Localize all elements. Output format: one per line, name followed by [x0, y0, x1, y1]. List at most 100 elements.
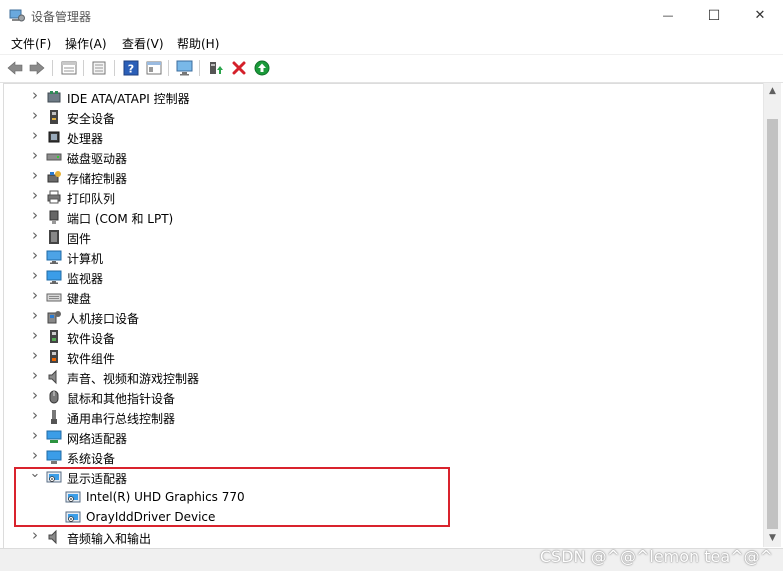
- computer-icon: [46, 249, 62, 265]
- category-item[interactable]: › 端口 (COM 和 LPT): [4, 207, 762, 227]
- storage-controller-icon: [46, 169, 62, 185]
- enable-device-icon[interactable]: [252, 59, 272, 77]
- category-label: 固件: [67, 232, 92, 246]
- chevron-right-icon[interactable]: ›: [29, 288, 41, 303]
- chevron-right-icon[interactable]: ›: [29, 348, 41, 363]
- chevron-right-icon[interactable]: ›: [29, 148, 41, 163]
- view-icon[interactable]: [144, 59, 164, 77]
- category-item[interactable]: › 磁盘驱动器: [4, 147, 762, 167]
- chevron-right-icon[interactable]: ›: [29, 408, 41, 423]
- chevron-right-icon[interactable]: ›: [29, 88, 41, 103]
- network-adapter-icon: [46, 429, 62, 445]
- menu-view[interactable]: 查看(V): [122, 35, 164, 52]
- disk-drive-icon: [46, 149, 62, 165]
- toolbar-separator: [168, 60, 169, 76]
- vertical-scrollbar[interactable]: ▲ ▼: [763, 83, 781, 547]
- category-item[interactable]: › 键盘: [4, 287, 762, 307]
- firmware-icon: [46, 229, 62, 245]
- speaker-icon: [46, 529, 62, 545]
- update-driver-icon[interactable]: [206, 59, 226, 77]
- minimize-icon: —: [662, 9, 674, 22]
- chevron-right-icon[interactable]: ›: [29, 168, 41, 183]
- chevron-right-icon[interactable]: ›: [29, 108, 41, 123]
- speaker-icon: [46, 369, 62, 385]
- help-icon[interactable]: ?: [121, 59, 141, 77]
- chevron-right-icon[interactable]: ›: [29, 228, 41, 243]
- close-button[interactable]: ✕: [737, 0, 783, 31]
- chevron-right-icon[interactable]: ›: [29, 308, 41, 323]
- category-item[interactable]: › 鼠标和其他指针设备: [4, 387, 762, 407]
- scroll-up-icon[interactable]: ▲: [764, 83, 781, 100]
- window-title: 设备管理器: [31, 10, 92, 24]
- category-item[interactable]: › 监视器: [4, 267, 762, 287]
- keyboard-icon: [46, 289, 62, 305]
- software-device-icon: [46, 329, 62, 345]
- maximize-button[interactable]: ☐: [691, 0, 737, 31]
- minimize-button[interactable]: —: [645, 0, 691, 31]
- scrollbar-thumb[interactable]: [767, 119, 778, 529]
- category-item[interactable]: › 软件设备: [4, 327, 762, 347]
- category-label: 计算机: [67, 252, 104, 266]
- category-label: 声音、视频和游戏控制器: [67, 372, 200, 386]
- chevron-right-icon[interactable]: ›: [29, 268, 41, 283]
- category-item[interactable]: › 音频输入和输出: [4, 527, 762, 547]
- category-item[interactable]: › 打印队列: [4, 187, 762, 207]
- chevron-right-icon[interactable]: ›: [29, 428, 41, 443]
- toolbar-separator: [114, 60, 115, 76]
- back-arrow-icon[interactable]: [5, 59, 25, 77]
- menu-file[interactable]: 文件(F): [11, 35, 51, 52]
- properties-icon[interactable]: [59, 59, 79, 77]
- category-item[interactable]: › 软件组件: [4, 347, 762, 367]
- toolbar: ?: [0, 54, 783, 83]
- menu-help[interactable]: 帮助(H): [177, 35, 219, 52]
- security-device-icon: [46, 109, 62, 125]
- chevron-right-icon[interactable]: ›: [29, 388, 41, 403]
- title-bar: 设备管理器 — ☐ ✕: [0, 0, 783, 31]
- category-label: 处理器: [67, 132, 104, 146]
- category-item[interactable]: › 系统设备: [4, 447, 762, 467]
- menu-action[interactable]: 操作(A): [65, 35, 107, 52]
- chevron-right-icon[interactable]: ›: [29, 448, 41, 463]
- category-label: 系统设备: [67, 452, 116, 466]
- category-item[interactable]: › 网络适配器: [4, 427, 762, 447]
- ide-controller-icon: [46, 89, 62, 105]
- chevron-right-icon[interactable]: ›: [29, 188, 41, 203]
- category-label: 打印队列: [67, 192, 116, 206]
- device-manager-app-icon: [9, 8, 25, 22]
- category-item[interactable]: › 存储控制器: [4, 167, 762, 187]
- category-item[interactable]: › 计算机: [4, 247, 762, 267]
- category-label: 鼠标和其他指针设备: [67, 392, 176, 406]
- category-label: 软件组件: [67, 352, 116, 366]
- category-label: 键盘: [67, 292, 92, 306]
- toolbar-separator: [52, 60, 53, 76]
- usb-icon: [46, 409, 62, 425]
- chevron-right-icon[interactable]: ›: [29, 368, 41, 383]
- category-item[interactable]: › 人机接口设备: [4, 307, 762, 327]
- category-item[interactable]: › IDE ATA/ATAPI 控制器: [4, 87, 762, 107]
- chevron-right-icon[interactable]: ›: [29, 128, 41, 143]
- toolbar-separator: [83, 60, 84, 76]
- category-item[interactable]: › 安全设备: [4, 107, 762, 127]
- highlight-box: [14, 467, 450, 527]
- hid-icon: [46, 309, 62, 325]
- chevron-right-icon[interactable]: ›: [29, 328, 41, 343]
- scroll-down-icon[interactable]: ▼: [764, 530, 781, 547]
- chevron-right-icon[interactable]: ›: [29, 248, 41, 263]
- port-icon: [46, 209, 62, 225]
- category-label: 存储控制器: [67, 172, 128, 186]
- forward-arrow-icon[interactable]: [27, 59, 47, 77]
- category-label: 网络适配器: [67, 432, 128, 446]
- uninstall-x-icon[interactable]: [229, 59, 249, 77]
- category-label: 安全设备: [67, 112, 116, 126]
- monitor-scan-icon[interactable]: [175, 59, 195, 77]
- category-item[interactable]: › 处理器: [4, 127, 762, 147]
- chevron-right-icon[interactable]: ›: [29, 208, 41, 223]
- monitor-icon: [46, 269, 62, 285]
- category-item[interactable]: › 固件: [4, 227, 762, 247]
- category-item[interactable]: › 通用串行总线控制器: [4, 407, 762, 427]
- category-item[interactable]: › 声音、视频和游戏控制器: [4, 367, 762, 387]
- software-component-icon: [46, 349, 62, 365]
- driver-icon[interactable]: [89, 59, 109, 77]
- close-icon: ✕: [754, 8, 766, 23]
- chevron-right-icon[interactable]: ›: [29, 528, 41, 543]
